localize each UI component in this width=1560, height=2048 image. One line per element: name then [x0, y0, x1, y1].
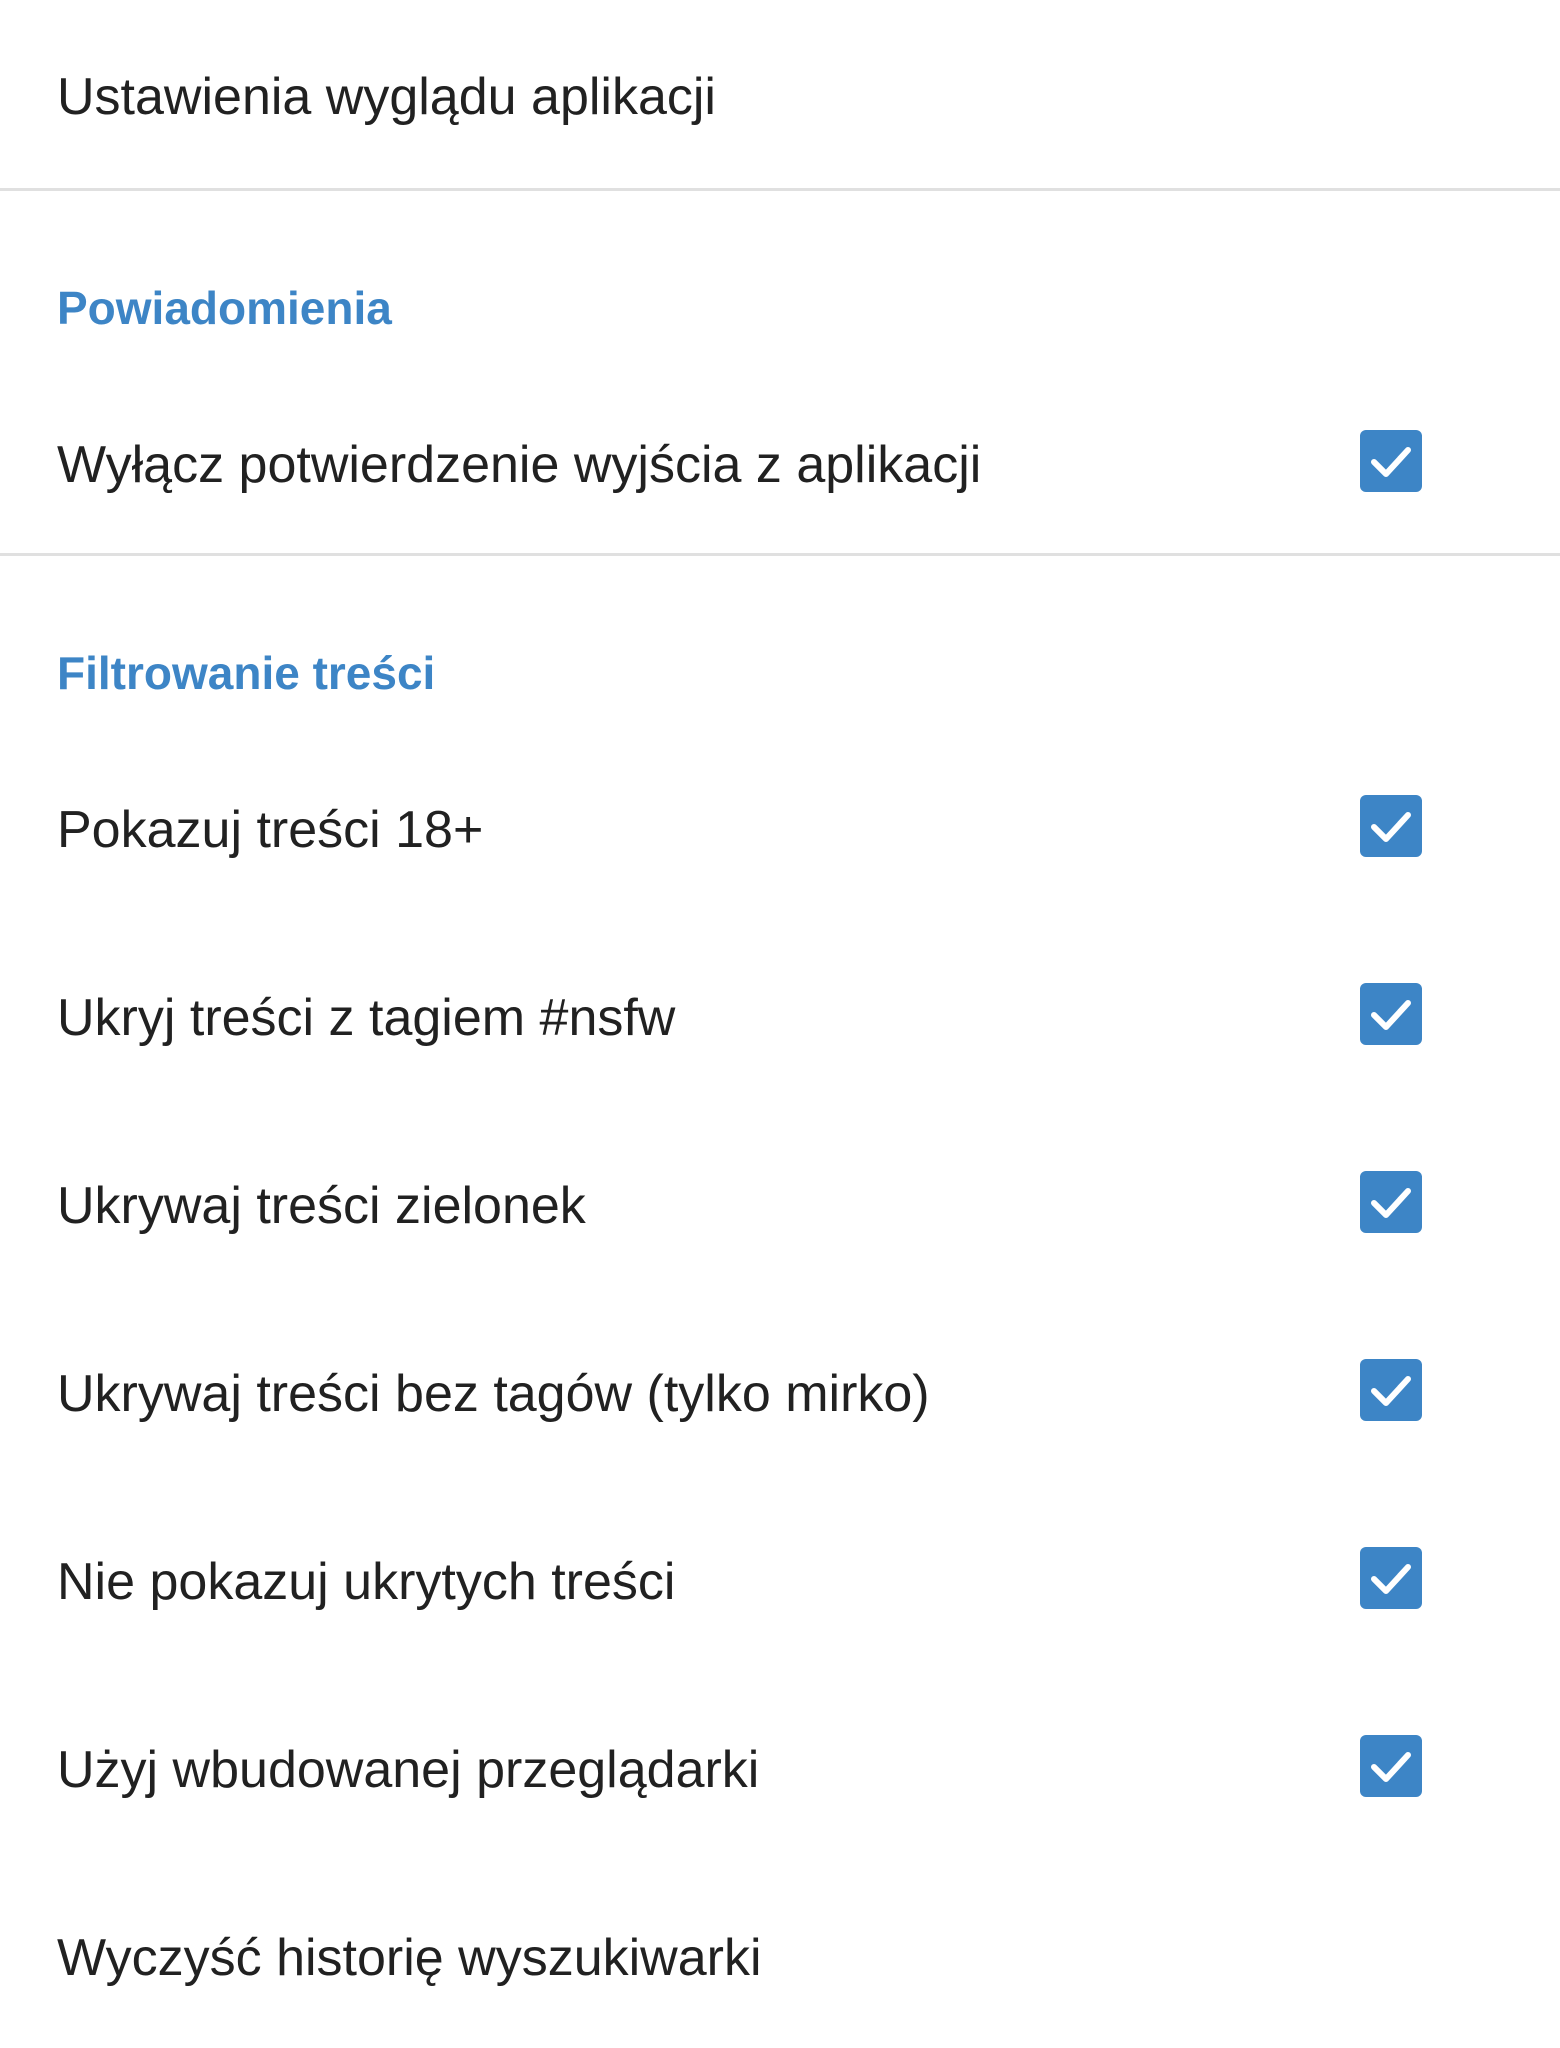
- checkmark-icon: [1371, 1752, 1411, 1782]
- divider: [0, 188, 1560, 191]
- settings-screen: Ustawienia wyglądu aplikacji Powiadomien…: [0, 0, 1560, 2048]
- hide-untagged-item[interactable]: Ukrywaj treści bez tagów (tylko mirko): [0, 1314, 1560, 1502]
- appearance-settings-item[interactable]: Ustawienia wyglądu aplikacji: [0, 0, 1560, 190]
- show-18-checkbox[interactable]: [1360, 795, 1422, 857]
- builtin-browser-label: Użyj wbudowanej przeglądarki: [57, 1741, 760, 1799]
- appearance-settings-label: Ustawienia wyglądu aplikacji: [57, 68, 716, 126]
- hide-nsfw-item[interactable]: Ukryj treści z tagiem #nsfw: [0, 938, 1560, 1126]
- clear-search-history-label: Wyczyść historię wyszukiwarki: [57, 1929, 762, 1987]
- disable-exit-confirm-item[interactable]: Wyłącz potwierdzenie wyjścia z aplikacji: [0, 380, 1560, 550]
- checkmark-icon: [1371, 1564, 1411, 1594]
- dont-show-hidden-checkbox[interactable]: [1360, 1547, 1422, 1609]
- hide-nsfw-checkbox[interactable]: [1360, 983, 1422, 1045]
- hide-untagged-label: Ukrywaj treści bez tagów (tylko mirko): [57, 1365, 930, 1423]
- clear-search-history-item[interactable]: Wyczyść historię wyszukiwarki: [0, 1878, 1560, 2048]
- checkmark-icon: [1371, 812, 1411, 842]
- dont-show-hidden-item[interactable]: Nie pokazuj ukrytych treści: [0, 1502, 1560, 1690]
- hide-green-item[interactable]: Ukrywaj treści zielonek: [0, 1126, 1560, 1314]
- divider: [0, 553, 1560, 556]
- hide-green-label: Ukrywaj treści zielonek: [57, 1177, 586, 1235]
- disable-exit-confirm-label: Wyłącz potwierdzenie wyjścia z aplikacji: [57, 436, 982, 494]
- checkmark-icon: [1371, 447, 1411, 477]
- builtin-browser-checkbox[interactable]: [1360, 1735, 1422, 1797]
- builtin-browser-item[interactable]: Użyj wbudowanej przeglądarki: [0, 1690, 1560, 1878]
- section-title-filtering: Filtrowanie treści: [57, 647, 436, 699]
- checkmark-icon: [1371, 1000, 1411, 1030]
- dont-show-hidden-label: Nie pokazuj ukrytych treści: [57, 1553, 676, 1611]
- hide-untagged-checkbox[interactable]: [1360, 1359, 1422, 1421]
- checkmark-icon: [1371, 1376, 1411, 1406]
- disable-exit-confirm-checkbox[interactable]: [1360, 430, 1422, 492]
- show-18-label: Pokazuj treści 18+: [57, 801, 484, 859]
- hide-green-checkbox[interactable]: [1360, 1171, 1422, 1233]
- section-title-notifications: Powiadomienia: [57, 282, 392, 334]
- hide-nsfw-label: Ukryj treści z tagiem #nsfw: [57, 989, 676, 1047]
- show-18-item[interactable]: Pokazuj treści 18+: [0, 750, 1560, 938]
- checkmark-icon: [1371, 1188, 1411, 1218]
